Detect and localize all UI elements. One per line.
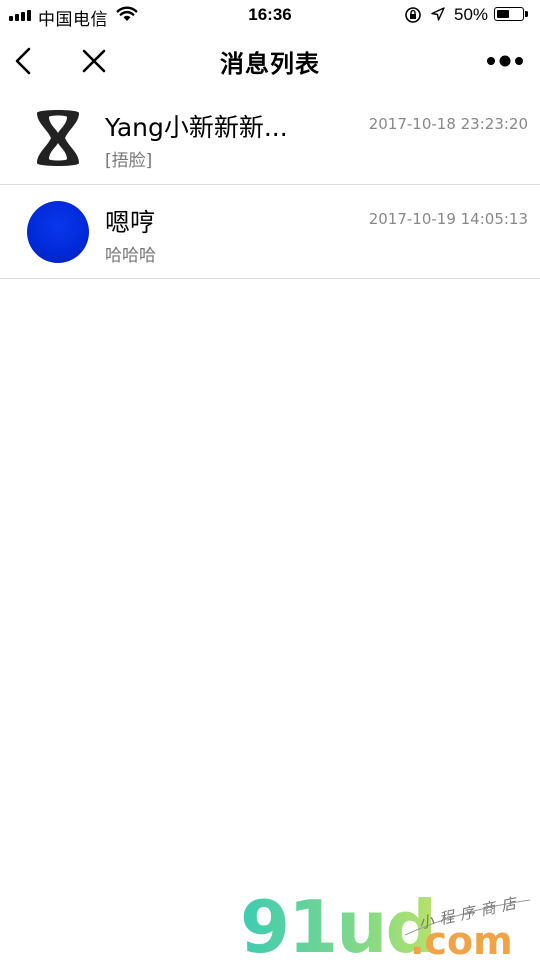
- message-timestamp: 2017-10-19 14:05:13: [368, 210, 528, 228]
- watermark-logo: 91ud .com 小程序商店: [240, 885, 531, 960]
- watermark-brand: 91ud: [240, 885, 435, 960]
- status-bar: 中国电信 16:36 50%: [0, 0, 540, 30]
- message-preview: 哈哈哈: [105, 246, 156, 266]
- list-item[interactable]: Yang小新新新... [捂脸] 2017-10-18 23:23:20: [0, 90, 540, 185]
- orientation-lock-icon: [405, 7, 421, 23]
- list-item[interactable]: 嗯哼 哈哈哈 2017-10-19 14:05:13: [0, 185, 540, 279]
- contact-name: 嗯哼: [105, 208, 156, 237]
- battery-icon: [494, 7, 528, 21]
- message-preview: [捂脸]: [105, 151, 153, 171]
- navigation-bar: 消息列表: [0, 30, 540, 90]
- avatar-blue-circle: [27, 201, 89, 263]
- location-arrow-icon: [431, 7, 445, 21]
- contact-name: Yang小新新新...: [105, 113, 288, 142]
- more-dots-icon[interactable]: [485, 54, 525, 68]
- battery-percent: 50%: [454, 5, 489, 24]
- page-title: 消息列表: [220, 50, 320, 78]
- avatar-figure-eight-logo: [27, 107, 89, 169]
- message-timestamp: 2017-10-18 23:23:20: [368, 115, 528, 133]
- message-list: Yang小新新新... [捂脸] 2017-10-18 23:23:20 嗯哼 …: [0, 90, 540, 279]
